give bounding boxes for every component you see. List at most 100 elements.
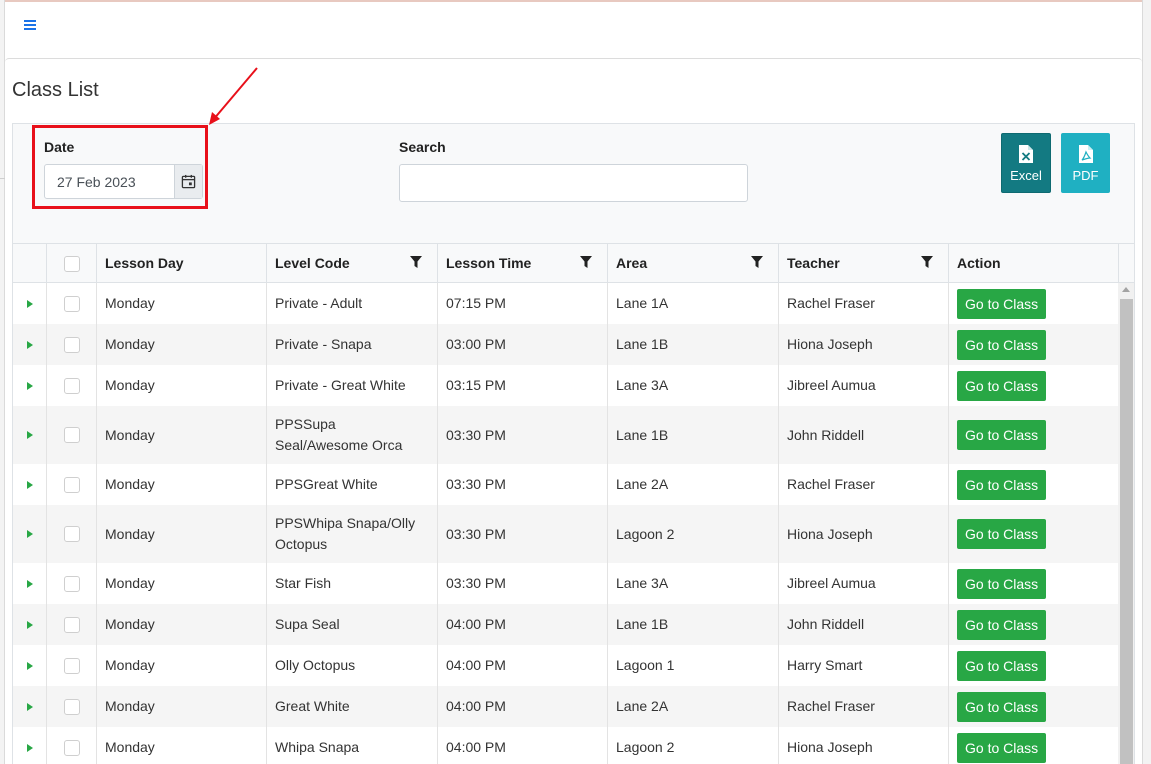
hamburger-icon[interactable]	[24, 18, 44, 38]
select-all-checkbox[interactable]	[63, 255, 80, 272]
column-header-lesson-time[interactable]: Lesson Time	[437, 244, 607, 283]
lesson-day-cell: Monday	[96, 324, 266, 365]
lesson-time-text: 04:00 PM	[446, 698, 506, 714]
pdf-export-button[interactable]: PDF	[1061, 133, 1110, 193]
column-header-area[interactable]: Area	[607, 244, 778, 283]
lesson-time-cell: 07:15 PM	[437, 283, 607, 324]
column-header-teacher[interactable]: Teacher	[778, 244, 948, 283]
area-text: Lane 1B	[616, 426, 669, 443]
lesson-time-cell: 03:15 PM	[437, 365, 607, 406]
filter-icon[interactable]	[410, 256, 422, 269]
teacher-text: Harry Smart	[787, 657, 863, 673]
lesson-time-text: 03:15 PM	[446, 377, 506, 393]
row-checkbox[interactable]	[63, 427, 80, 443]
lesson-day-text: Monday	[105, 336, 155, 352]
excel-file-icon	[1019, 144, 1033, 163]
expand-arrow-icon[interactable]	[13, 505, 46, 563]
row-checkbox[interactable]	[63, 739, 80, 756]
table-row[interactable]: Monday PPSSupa Seal/Awesome Orca 03:30 PM L…	[13, 406, 1118, 464]
column-header-lesson-day[interactable]: Lesson Day	[96, 244, 266, 283]
go-to-class-button[interactable]: Go to Class	[957, 469, 1047, 500]
row-select-cell	[46, 406, 96, 464]
filter-icon[interactable]	[751, 256, 763, 269]
row-select-cell	[46, 645, 96, 686]
scrollbar-thumb[interactable]	[1120, 299, 1133, 764]
teacher-text: Jibreel Aumua	[787, 377, 876, 393]
table-row[interactable]: Monday Great White 04:00 PM Lane 2A Rachel F…	[13, 686, 1118, 727]
table-row[interactable]: Monday Star Fish 03:30 PM Lane 3A Jibreel Au…	[13, 563, 1118, 604]
expand-arrow-icon[interactable]	[13, 464, 46, 505]
row-select-cell	[46, 464, 96, 505]
go-to-class-button[interactable]: Go to Class	[957, 609, 1047, 640]
go-to-class-button[interactable]: Go to Class	[957, 568, 1047, 599]
table-row[interactable]: Monday Private - Adult 07:15 PM Lane 1A Rach…	[13, 283, 1118, 324]
column-header-level-code[interactable]: Level Code	[266, 244, 437, 283]
window-scrollbar-track[interactable]	[1142, 0, 1151, 764]
lesson-day-text: Monday	[105, 295, 155, 311]
expand-arrow-icon[interactable]	[13, 365, 46, 406]
lesson-time-cell: 03:30 PM	[437, 464, 607, 505]
go-to-class-button[interactable]: Go to Class	[957, 329, 1047, 360]
expand-arrow-icon[interactable]	[13, 645, 46, 686]
go-to-class-button[interactable]: Go to Class	[957, 732, 1047, 763]
row-checkbox[interactable]	[63, 295, 80, 312]
row-checkbox[interactable]	[63, 575, 80, 592]
action-cell: Go to Class	[948, 686, 1118, 727]
row-checkbox[interactable]	[63, 657, 80, 674]
area-cell: Lane 2A	[607, 464, 778, 505]
expand-arrow-icon[interactable]	[13, 727, 46, 764]
lesson-day-cell: Monday	[96, 406, 266, 464]
scroll-up-arrow-icon[interactable]	[1122, 287, 1130, 292]
teacher-text: Hiona Joseph	[787, 739, 873, 755]
search-input[interactable]	[399, 164, 748, 202]
area-text: Lane 2A	[616, 698, 669, 714]
expand-arrow-icon[interactable]	[13, 604, 46, 645]
expand-arrow-icon[interactable]	[13, 324, 46, 365]
teacher-cell: Rachel Fraser	[778, 686, 948, 727]
go-to-class-button[interactable]: Go to Class	[957, 370, 1047, 401]
action-cell: Go to Class	[948, 505, 1118, 563]
table-vertical-scrollbar[interactable]	[1118, 283, 1134, 764]
go-to-class-button[interactable]: Go to Class	[957, 691, 1047, 722]
lesson-time-cell: 04:00 PM	[437, 727, 607, 764]
table-row[interactable]: Monday Private - Snapa 03:00 PM Lane 1B Hion…	[13, 324, 1118, 365]
row-checkbox[interactable]	[63, 476, 80, 493]
table-row[interactable]: Monday Whipa Snapa 04:00 PM Lagoon 2 Hiona J…	[13, 727, 1118, 764]
expand-arrow-icon[interactable]	[13, 283, 46, 324]
row-checkbox[interactable]	[63, 526, 80, 542]
annotation-arrow	[209, 67, 258, 125]
row-checkbox[interactable]	[63, 698, 80, 715]
table-row[interactable]: Monday PPSWhipa Snapa/Olly Octopus 03:30 P…	[13, 505, 1118, 563]
expand-arrow-icon[interactable]	[13, 406, 46, 464]
level-code-text: Private - Snapa	[275, 336, 372, 352]
filter-icon[interactable]	[580, 256, 592, 269]
table-row[interactable]: Monday Private - Great White 03:15 PM Lane …	[13, 365, 1118, 406]
area-cell: Lagoon 2	[607, 505, 778, 563]
level-code-cell: PPSGreat White	[266, 464, 437, 505]
level-code-cell: Great White	[266, 686, 437, 727]
go-to-class-button[interactable]: Go to Class	[957, 420, 1047, 450]
go-to-class-button[interactable]: Go to Class	[957, 650, 1047, 681]
row-checkbox[interactable]	[63, 377, 80, 394]
teacher-text: Rachel Fraser	[787, 295, 875, 311]
lesson-day-text: Monday	[105, 525, 155, 542]
go-to-class-button[interactable]: Go to Class	[957, 519, 1047, 549]
expand-arrow-icon[interactable]	[13, 563, 46, 604]
lesson-day-cell: Monday	[96, 645, 266, 686]
area-cell: Lane 2A	[607, 686, 778, 727]
lesson-day-text: Monday	[105, 616, 155, 632]
table-row[interactable]: Monday PPSGreat White 03:30 PM Lane 2A Rache…	[13, 464, 1118, 505]
go-to-class-button[interactable]: Go to Class	[957, 288, 1047, 319]
teacher-text: Hiona Joseph	[787, 336, 873, 352]
teacher-text: John Riddell	[787, 616, 865, 632]
filter-icon[interactable]	[921, 256, 933, 269]
table-row[interactable]: Monday Olly Octopus 04:00 PM Lagoon 1 Harry …	[13, 645, 1118, 686]
excel-export-button[interactable]: Excel	[1001, 133, 1051, 193]
row-checkbox[interactable]	[63, 336, 80, 353]
excel-button-label: Excel	[1010, 167, 1042, 183]
level-code-cell: Olly Octopus	[266, 645, 437, 686]
row-checkbox[interactable]	[63, 616, 80, 633]
expand-arrow-icon[interactable]	[13, 686, 46, 727]
table-row[interactable]: Monday Supa Seal 04:00 PM Lane 1B John Ridde…	[13, 604, 1118, 645]
teacher-text: Hiona Joseph	[787, 525, 873, 542]
